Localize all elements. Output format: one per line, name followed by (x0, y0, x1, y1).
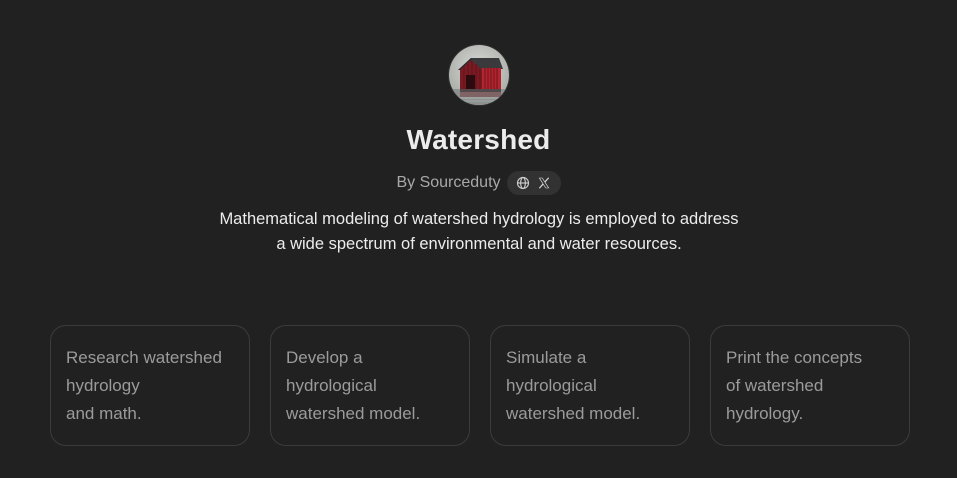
globe-icon[interactable] (516, 176, 531, 191)
gpt-intro-page: Watershed By Sourceduty Mathematical mod… (0, 0, 957, 478)
conversation-starters: Research watershed hydrology and math. D… (50, 325, 910, 446)
description-line: Mathematical modeling of watershed hydro… (219, 210, 739, 228)
author-byline: By Sourceduty (0, 171, 957, 195)
red-shed-image (449, 45, 509, 105)
starter-print-button[interactable]: Print the concepts of watershed hydrolog… (710, 325, 910, 446)
starter-simulate-button[interactable]: Simulate a hydrological watershed model. (490, 325, 690, 446)
social-links-pill (506, 171, 561, 195)
description-line: a wide spectrum of environmental and wat… (276, 235, 682, 253)
starter-research-button[interactable]: Research watershed hydrology and math. (50, 325, 250, 446)
gpt-title: Watershed (406, 124, 551, 155)
starter-develop-button[interactable]: Develop a hydrological watershed model. (270, 325, 470, 446)
gpt-description: Mathematical modeling of watershed hydro… (190, 207, 768, 257)
x-logo-icon[interactable] (537, 176, 552, 191)
gpt-avatar (449, 45, 509, 105)
author-name[interactable]: By Sourceduty (396, 174, 500, 192)
